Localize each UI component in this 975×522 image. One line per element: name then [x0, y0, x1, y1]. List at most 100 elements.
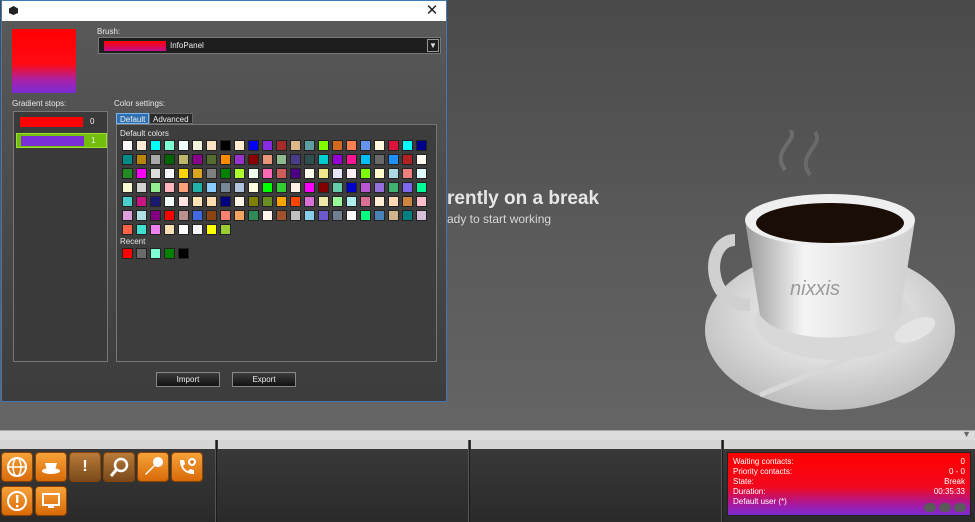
color-swatch[interactable]: [206, 196, 217, 207]
recent-color-swatch[interactable]: [136, 248, 147, 259]
warning-button[interactable]: [1, 486, 33, 516]
color-swatch[interactable]: [276, 210, 287, 221]
color-swatch[interactable]: [136, 154, 147, 165]
color-swatch[interactable]: [122, 196, 133, 207]
color-swatch[interactable]: [178, 168, 189, 179]
color-swatch[interactable]: [402, 168, 413, 179]
color-swatch[interactable]: [178, 210, 189, 221]
color-swatch[interactable]: [332, 168, 343, 179]
color-swatch[interactable]: [206, 224, 217, 235]
color-swatch[interactable]: [234, 154, 245, 165]
color-swatch[interactable]: [360, 210, 371, 221]
color-swatch[interactable]: [248, 196, 259, 207]
color-swatch[interactable]: [332, 140, 343, 151]
color-swatch[interactable]: [318, 182, 329, 193]
color-swatch[interactable]: [122, 168, 133, 179]
color-swatch[interactable]: [192, 210, 203, 221]
gradient-stop-item[interactable]: 0: [16, 115, 107, 130]
chevron-down-icon[interactable]: ▼: [427, 39, 439, 52]
color-swatch[interactable]: [234, 182, 245, 193]
color-swatch[interactable]: [346, 168, 357, 179]
color-swatch[interactable]: [374, 154, 385, 165]
color-swatch[interactable]: [150, 182, 161, 193]
color-swatch[interactable]: [388, 154, 399, 165]
color-swatch[interactable]: [178, 196, 189, 207]
color-swatch[interactable]: [178, 224, 189, 235]
color-swatch[interactable]: [262, 140, 273, 151]
color-swatch[interactable]: [332, 154, 343, 165]
color-swatch[interactable]: [220, 154, 231, 165]
color-swatch[interactable]: [262, 210, 273, 221]
screen-button[interactable]: [35, 486, 67, 516]
tab-default[interactable]: Default: [116, 113, 150, 124]
color-swatch[interactable]: [178, 154, 189, 165]
color-swatch[interactable]: [262, 168, 273, 179]
color-swatch[interactable]: [318, 210, 329, 221]
color-swatch[interactable]: [164, 182, 175, 193]
color-swatch[interactable]: [276, 182, 287, 193]
color-swatch[interactable]: [290, 168, 301, 179]
color-swatch[interactable]: [276, 154, 287, 165]
color-swatch[interactable]: [276, 168, 287, 179]
globe-button[interactable]: [1, 452, 33, 482]
color-swatch[interactable]: [206, 154, 217, 165]
color-swatch[interactable]: [136, 140, 147, 151]
color-swatch[interactable]: [360, 154, 371, 165]
coffee-break-button[interactable]: [35, 452, 67, 482]
color-swatch[interactable]: [290, 154, 301, 165]
color-swatch[interactable]: [318, 168, 329, 179]
color-swatch[interactable]: [220, 140, 231, 151]
color-swatch[interactable]: [220, 224, 231, 235]
color-swatch[interactable]: [290, 196, 301, 207]
color-swatch[interactable]: [318, 140, 329, 151]
color-swatch[interactable]: [192, 168, 203, 179]
color-swatch[interactable]: [206, 182, 217, 193]
recent-color-swatch[interactable]: [178, 248, 189, 259]
color-swatch[interactable]: [416, 182, 427, 193]
color-swatch[interactable]: [416, 168, 427, 179]
color-swatch[interactable]: [150, 210, 161, 221]
color-swatch[interactable]: [248, 168, 259, 179]
export-button[interactable]: Export: [232, 372, 296, 387]
tab-advanced[interactable]: Advanced: [149, 113, 193, 124]
color-swatch[interactable]: [150, 154, 161, 165]
color-swatch[interactable]: [150, 196, 161, 207]
color-swatch[interactable]: [262, 154, 273, 165]
color-swatch[interactable]: [290, 182, 301, 193]
color-swatch[interactable]: [304, 210, 315, 221]
color-swatch[interactable]: [206, 140, 217, 151]
color-swatch[interactable]: [192, 182, 203, 193]
color-swatch[interactable]: [150, 168, 161, 179]
color-swatch[interactable]: [262, 196, 273, 207]
color-swatch[interactable]: [262, 182, 273, 193]
color-swatch[interactable]: [416, 196, 427, 207]
import-button[interactable]: Import: [156, 372, 220, 387]
color-swatch[interactable]: [276, 140, 287, 151]
color-swatch[interactable]: [150, 140, 161, 151]
color-swatch[interactable]: [206, 168, 217, 179]
color-swatch[interactable]: [164, 168, 175, 179]
color-swatch[interactable]: [318, 154, 329, 165]
color-swatch[interactable]: [220, 168, 231, 179]
new-call-button[interactable]: [171, 452, 203, 482]
color-swatch[interactable]: [234, 168, 245, 179]
color-swatch[interactable]: [402, 154, 413, 165]
color-swatch[interactable]: [192, 224, 203, 235]
color-swatch[interactable]: [388, 196, 399, 207]
color-swatch[interactable]: [136, 182, 147, 193]
color-swatch[interactable]: [164, 140, 175, 151]
color-swatch[interactable]: [164, 154, 175, 165]
color-swatch[interactable]: [332, 210, 343, 221]
color-swatch[interactable]: [164, 224, 175, 235]
color-swatch[interactable]: [304, 140, 315, 151]
color-swatch[interactable]: [374, 182, 385, 193]
color-swatch[interactable]: [360, 182, 371, 193]
color-swatch[interactable]: [318, 196, 329, 207]
color-swatch[interactable]: [360, 196, 371, 207]
color-swatch[interactable]: [402, 182, 413, 193]
color-swatch[interactable]: [304, 168, 315, 179]
color-swatch[interactable]: [122, 182, 133, 193]
color-swatch[interactable]: [416, 210, 427, 221]
color-swatch[interactable]: [388, 182, 399, 193]
alert-button[interactable]: !: [69, 452, 101, 482]
